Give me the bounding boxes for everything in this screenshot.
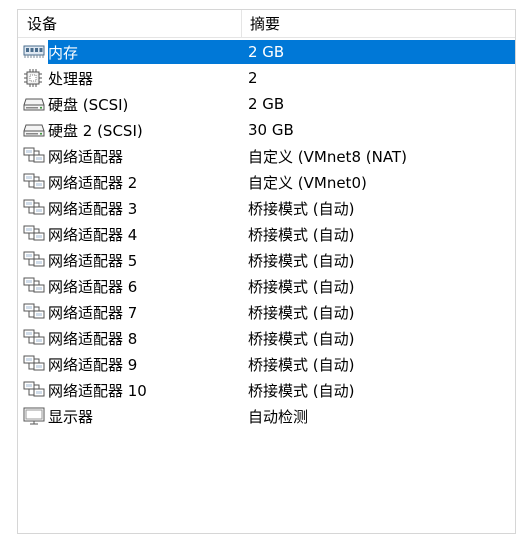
device-summary: 2 — [248, 69, 258, 87]
device-summary: 桥接模式 (自动) — [248, 199, 355, 218]
device-label: 内存 — [48, 43, 79, 62]
display-icon — [18, 403, 48, 429]
hard-disk-icon — [18, 91, 48, 117]
device-list: 内存 2 GB 处理器 2 硬盘 (SCSI) 2 GB 硬盘 2 (SCSI) 30 GB 网… — [18, 39, 515, 429]
device-summary: 桥接模式 (自动) — [248, 225, 355, 244]
device-label: 硬盘 (SCSI) — [48, 95, 129, 114]
device-row[interactable]: 网络适配器 9 桥接模式 (自动) — [18, 351, 515, 377]
device-summary: 2 GB — [248, 95, 285, 113]
hardware-settings-panel: 设备 摘要 内存 2 GB 处理器 2 硬盘 (SCSI) 2 GB 硬盘 2 (SCSI)… — [0, 0, 521, 534]
memory-icon — [18, 39, 48, 65]
device-row[interactable]: 硬盘 (SCSI) 2 GB — [18, 91, 515, 117]
network-adapter-icon — [18, 299, 48, 325]
device-label: 网络适配器 4 — [48, 225, 138, 244]
device-summary: 自动检测 — [248, 407, 309, 426]
device-label: 网络适配器 10 — [48, 381, 147, 400]
device-summary: 桥接模式 (自动) — [248, 251, 355, 270]
device-label: 网络适配器 3 — [48, 199, 138, 218]
device-row[interactable]: 网络适配器 5 桥接模式 (自动) — [18, 247, 515, 273]
device-label: 网络适配器 2 — [48, 173, 138, 192]
device-label: 网络适配器 9 — [48, 355, 138, 374]
device-summary: 桥接模式 (自动) — [248, 277, 355, 296]
processor-icon — [18, 65, 48, 91]
column-header-summary[interactable]: 摘要 — [242, 10, 515, 37]
device-label: 显示器 — [48, 407, 94, 426]
device-row[interactable]: 网络适配器 4 桥接模式 (自动) — [18, 221, 515, 247]
network-adapter-icon — [18, 143, 48, 169]
device-row[interactable]: 网络适配器 2 自定义 (VMnet0) — [18, 169, 515, 195]
network-adapter-icon — [18, 325, 48, 351]
network-adapter-icon — [18, 247, 48, 273]
device-label: 硬盘 2 (SCSI) — [48, 121, 143, 140]
network-adapter-icon — [18, 377, 48, 403]
device-row[interactable]: 硬盘 2 (SCSI) 30 GB — [18, 117, 515, 143]
network-adapter-icon — [18, 195, 48, 221]
device-row[interactable]: 网络适配器 3 桥接模式 (自动) — [18, 195, 515, 221]
device-summary: 30 GB — [248, 121, 294, 139]
device-row[interactable]: 显示器 自动检测 — [18, 403, 515, 429]
device-label: 网络适配器 — [48, 147, 124, 166]
device-label: 网络适配器 7 — [48, 303, 138, 322]
device-row[interactable]: 网络适配器 10 桥接模式 (自动) — [18, 377, 515, 403]
device-summary: 桥接模式 (自动) — [248, 381, 355, 400]
device-row[interactable]: 网络适配器 8 桥接模式 (自动) — [18, 325, 515, 351]
network-adapter-icon — [18, 221, 48, 247]
device-row[interactable]: 内存 2 GB — [18, 39, 515, 65]
device-label: 网络适配器 6 — [48, 277, 138, 296]
device-list-header: 设备 摘要 — [18, 10, 515, 38]
network-adapter-icon — [18, 169, 48, 195]
device-label: 处理器 — [48, 69, 94, 88]
device-row[interactable]: 网络适配器 7 桥接模式 (自动) — [18, 299, 515, 325]
device-summary: 桥接模式 (自动) — [248, 329, 355, 348]
device-summary: 桥接模式 (自动) — [248, 303, 355, 322]
hard-disk-icon — [18, 117, 48, 143]
device-summary: 自定义 (VMnet8 (NAT) — [248, 147, 407, 166]
network-adapter-icon — [18, 273, 48, 299]
network-adapter-icon — [18, 351, 48, 377]
column-header-device[interactable]: 设备 — [18, 10, 242, 37]
device-summary: 桥接模式 (自动) — [248, 355, 355, 374]
device-row[interactable]: 网络适配器 6 桥接模式 (自动) — [18, 273, 515, 299]
device-summary: 自定义 (VMnet0) — [248, 173, 367, 192]
device-label: 网络适配器 8 — [48, 329, 138, 348]
device-row[interactable]: 处理器 2 — [18, 65, 515, 91]
device-row[interactable]: 网络适配器 自定义 (VMnet8 (NAT) — [18, 143, 515, 169]
device-summary: 2 GB — [248, 43, 285, 61]
device-label: 网络适配器 5 — [48, 251, 138, 270]
